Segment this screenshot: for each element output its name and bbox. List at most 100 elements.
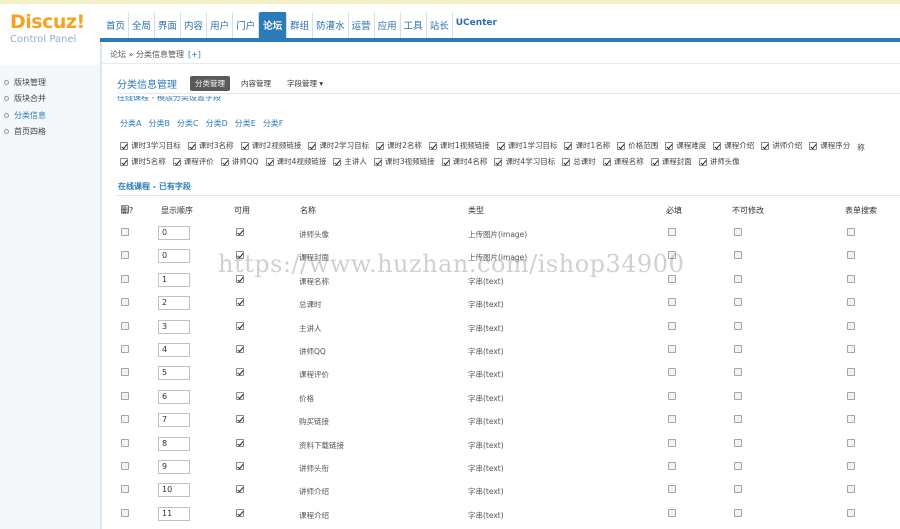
field-option-checkbox[interactable] [761, 142, 770, 150]
field-option-checkbox[interactable] [494, 158, 503, 166]
order-input[interactable]: 1 [158, 272, 190, 287]
nav-item[interactable]: 门户 [233, 12, 260, 40]
field-option-checkbox[interactable] [120, 142, 128, 150]
field-option[interactable]: 课程介绍 [713, 139, 754, 153]
field-option[interactable]: 课时1视频链接 [428, 139, 490, 153]
search-checkbox[interactable] [847, 438, 855, 447]
category-link[interactable]: 分类E [235, 118, 256, 129]
category-link[interactable]: 分类C [177, 118, 199, 129]
field-option-checkbox[interactable] [650, 158, 659, 166]
search-checkbox[interactable] [847, 274, 855, 283]
field-option-checkbox[interactable] [172, 158, 181, 166]
field-option-checkbox[interactable] [373, 158, 382, 166]
nav-item[interactable]: 界面 [155, 12, 182, 40]
order-input[interactable]: 9 [158, 459, 190, 474]
field-option[interactable]: 课时3视频链接 [373, 155, 435, 169]
sidebar-item[interactable]: 版块管理 [4, 74, 46, 91]
required-checkbox[interactable] [668, 485, 676, 494]
field-option[interactable]: 课时2名称 [376, 139, 422, 153]
nav-item[interactable]: 内容 [181, 12, 208, 40]
field-option[interactable]: 课时4学习目标 [494, 155, 555, 169]
field-option-checkbox[interactable] [809, 142, 818, 150]
field-option-checkbox[interactable] [698, 158, 707, 166]
readonly-checkbox[interactable] [734, 321, 742, 330]
enabled-checkbox[interactable] [236, 485, 244, 494]
readonly-checkbox[interactable] [734, 391, 742, 400]
readonly-checkbox[interactable] [734, 415, 742, 424]
order-input[interactable]: 4 [158, 342, 190, 357]
required-checkbox[interactable] [668, 228, 676, 236]
delete-checkbox[interactable] [121, 508, 129, 517]
field-option-checkbox[interactable] [617, 142, 626, 150]
field-option-checkbox[interactable] [562, 158, 571, 166]
readonly-checkbox[interactable] [734, 368, 742, 377]
search-checkbox[interactable] [847, 485, 855, 494]
field-option[interactable]: 讲师介绍 [761, 139, 802, 153]
nav-item[interactable]: 站长 [427, 12, 453, 40]
field-option[interactable]: 主讲人 [333, 155, 367, 169]
nav-item[interactable]: 首页 [103, 12, 130, 40]
delete-checkbox[interactable] [121, 438, 129, 447]
delete-checkbox[interactable] [121, 344, 129, 353]
category-link[interactable]: 分类D [206, 118, 228, 129]
readonly-checkbox[interactable] [734, 251, 742, 260]
delete-checkbox[interactable] [121, 415, 129, 424]
required-checkbox[interactable] [668, 415, 676, 424]
readonly-checkbox[interactable] [734, 461, 742, 470]
enabled-checkbox[interactable] [236, 298, 244, 307]
enabled-checkbox[interactable] [236, 368, 244, 377]
search-checkbox[interactable] [847, 321, 855, 330]
readonly-checkbox[interactable] [734, 274, 742, 283]
nav-item[interactable]: 全局 [129, 12, 156, 40]
nav-item[interactable]: 工具 [401, 12, 427, 40]
field-option[interactable]: 课时4名称 [441, 155, 487, 169]
delete-checkbox[interactable] [121, 368, 129, 377]
field-option-checkbox[interactable] [333, 158, 342, 166]
search-checkbox[interactable] [847, 228, 855, 236]
field-option-checkbox[interactable] [428, 142, 437, 150]
nav-item[interactable]: 应用 [375, 12, 401, 40]
field-option[interactable]: 课程难度 [665, 139, 706, 153]
field-option-checkbox[interactable] [240, 142, 249, 150]
field-option-checkbox[interactable] [265, 158, 274, 166]
search-checkbox[interactable] [847, 508, 855, 517]
readonly-checkbox[interactable] [734, 438, 742, 447]
delete-checkbox[interactable] [121, 298, 129, 307]
sidebar-item[interactable]: 分类信息 [4, 107, 46, 124]
search-checkbox[interactable] [847, 415, 855, 424]
header-tab[interactable]: 字段管理 ▾ [282, 76, 328, 91]
search-checkbox[interactable] [847, 461, 855, 470]
nav-item[interactable]: UCenter [453, 12, 500, 40]
sidebar-item[interactable]: 版块合并 [4, 91, 46, 108]
field-option-checkbox[interactable] [308, 142, 317, 150]
nav-item[interactable]: 用户 [207, 12, 234, 40]
field-option[interactable]: 课时3名称 [187, 139, 234, 153]
delete-checkbox[interactable] [121, 321, 129, 330]
field-option-checkbox[interactable] [602, 158, 611, 166]
delete-checkbox[interactable] [121, 228, 129, 236]
field-option[interactable]: 课程评价 [172, 155, 214, 169]
header-tab[interactable]: 内容管理 [236, 76, 276, 91]
field-option-checkbox[interactable] [220, 158, 229, 166]
enabled-checkbox[interactable] [236, 461, 244, 470]
field-option[interactable]: 课程名称 [602, 155, 644, 169]
field-option[interactable]: 价格范围 [617, 139, 658, 153]
nav-item[interactable]: 论坛 [259, 12, 288, 40]
nav-item[interactable]: 运营 [349, 12, 375, 40]
field-option[interactable]: 讲师头像 [698, 155, 740, 169]
order-input[interactable]: 0 [158, 249, 190, 264]
readonly-checkbox[interactable] [734, 508, 742, 517]
order-input[interactable]: 3 [158, 319, 190, 334]
order-input[interactable]: 5 [158, 366, 190, 381]
search-checkbox[interactable] [847, 391, 855, 400]
field-option-checkbox[interactable] [665, 142, 674, 150]
search-checkbox[interactable] [847, 251, 855, 260]
delete-checkbox[interactable] [121, 391, 129, 400]
enabled-checkbox[interactable] [236, 415, 244, 424]
breadcrumb-plus[interactable]: [+] [188, 50, 201, 59]
field-option-checkbox[interactable] [376, 142, 385, 150]
field-option-checkbox[interactable] [713, 142, 722, 150]
required-checkbox[interactable] [668, 344, 676, 353]
required-checkbox[interactable] [668, 391, 676, 400]
field-option-checkbox[interactable] [564, 142, 573, 150]
